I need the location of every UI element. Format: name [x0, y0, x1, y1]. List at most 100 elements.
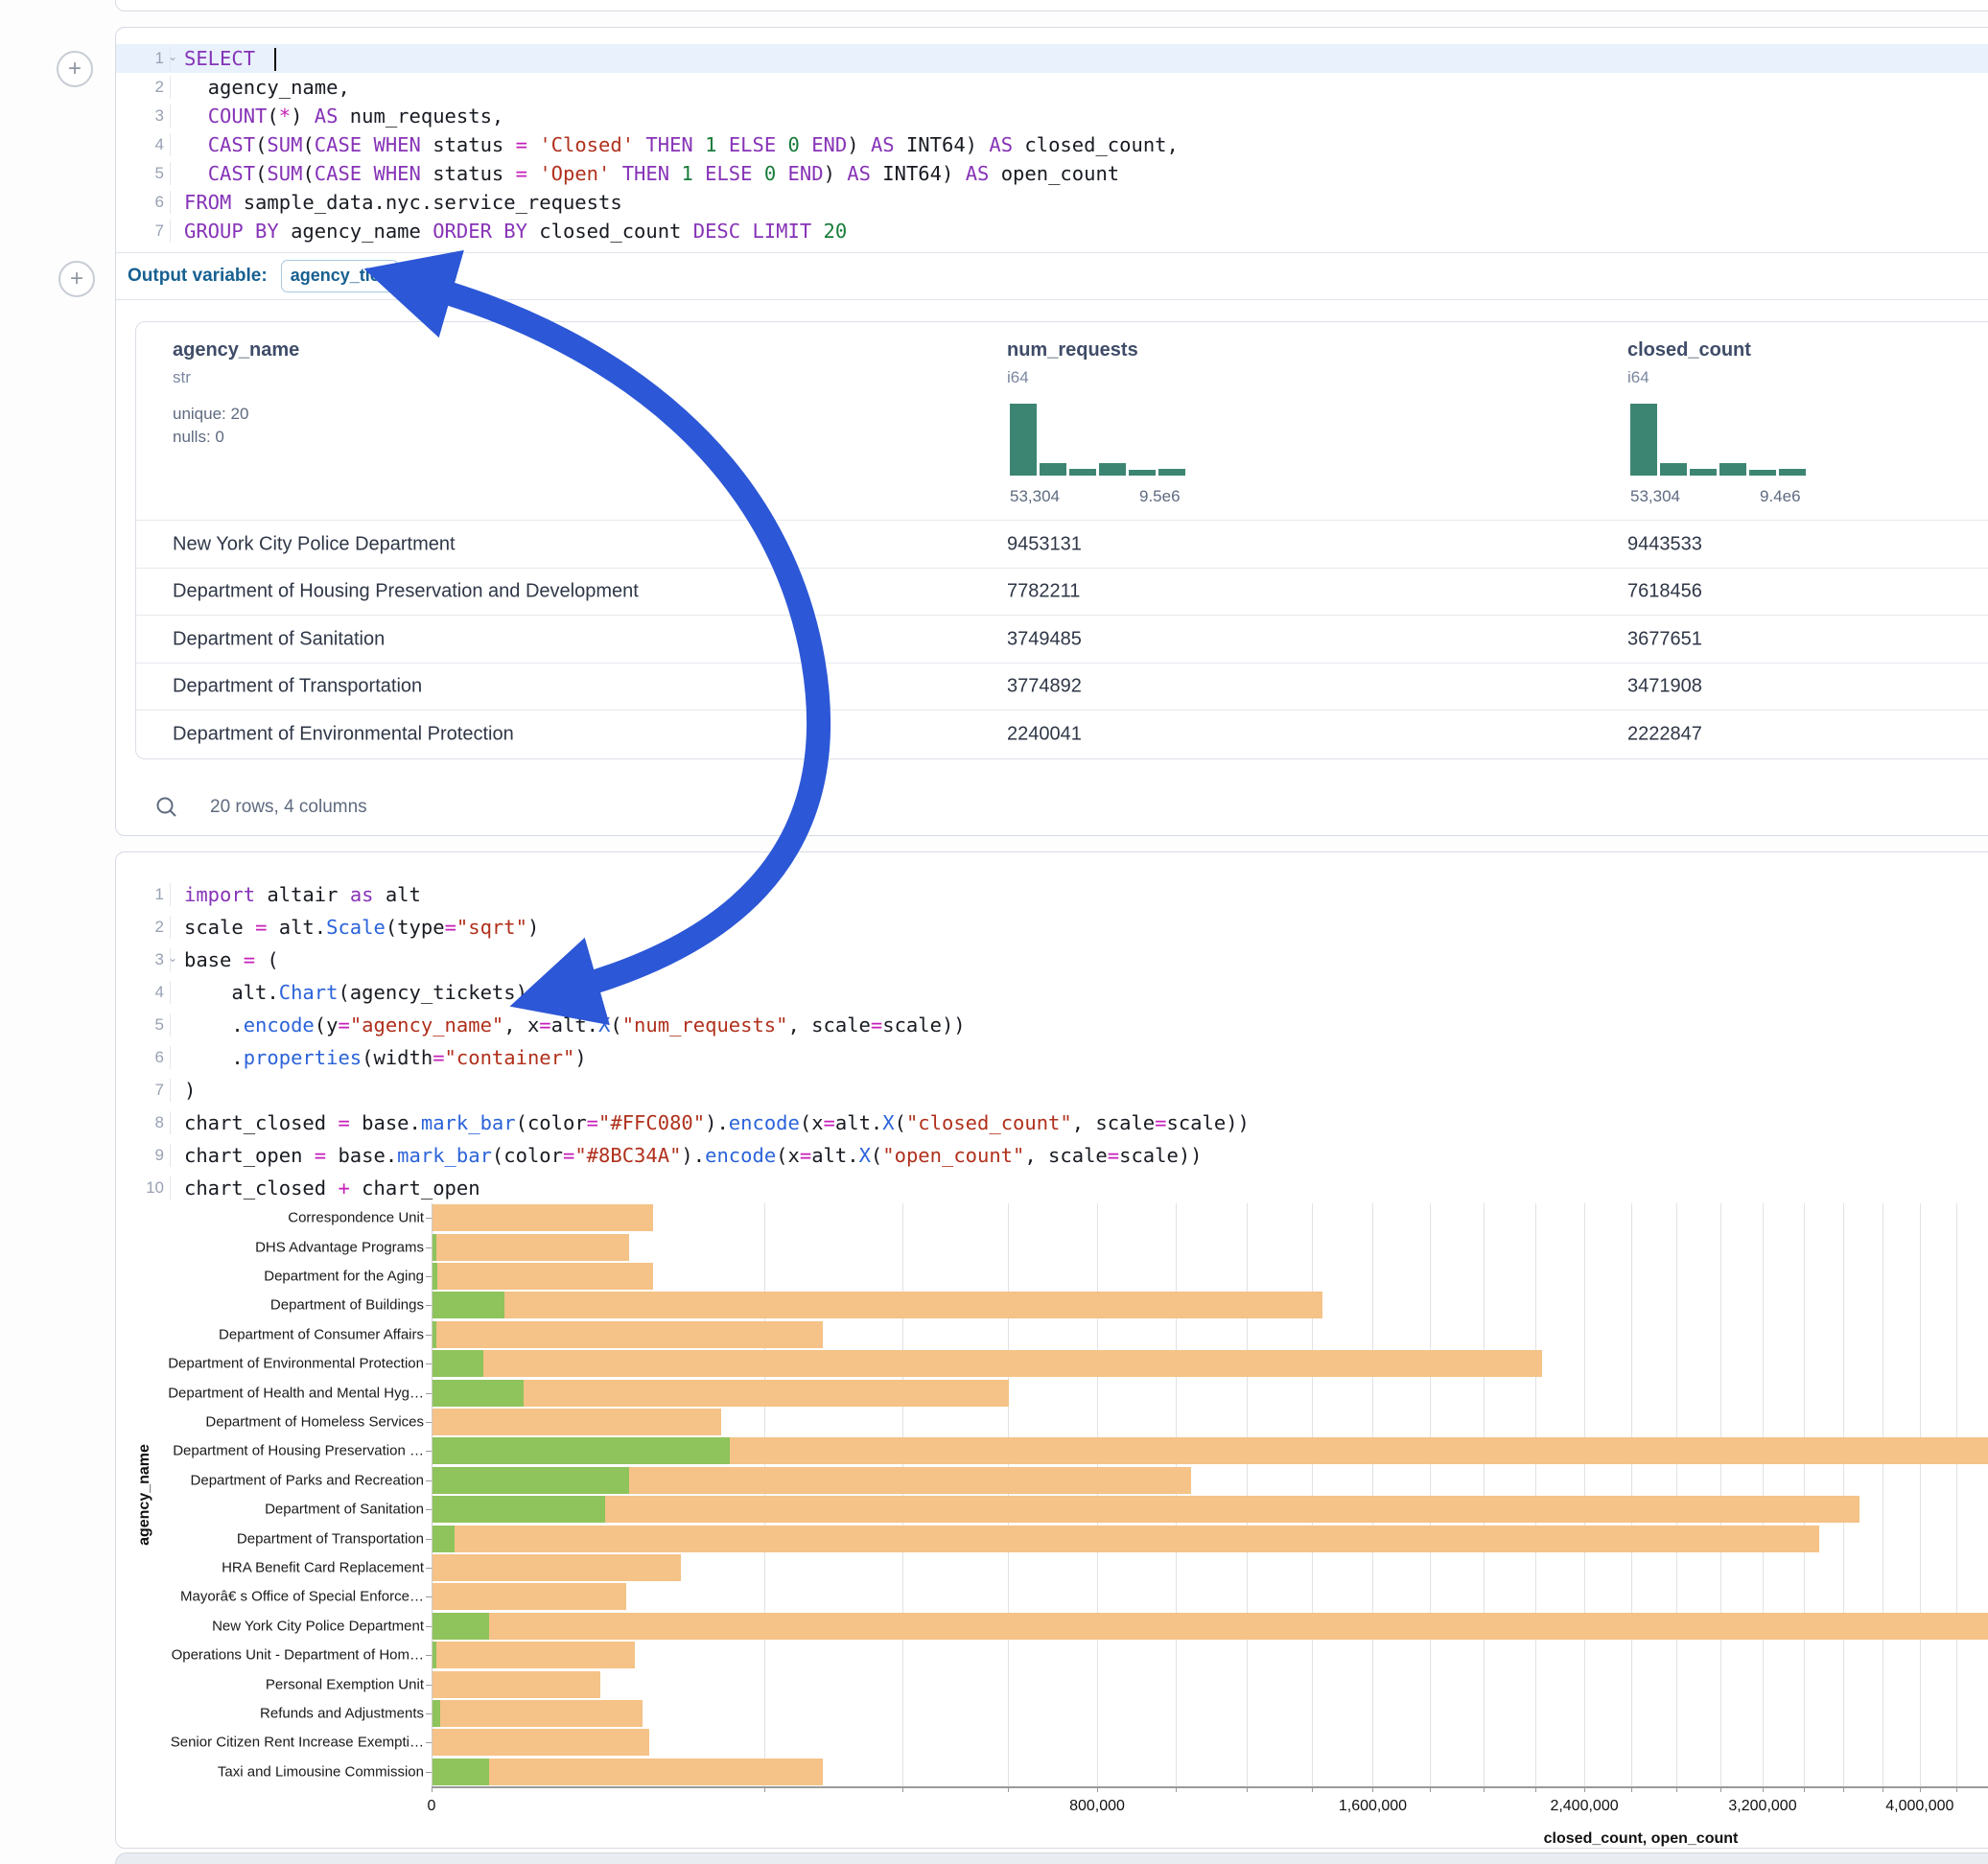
bar-open — [433, 1292, 504, 1318]
grid-line — [1430, 1203, 1431, 1786]
y-axis-tick — [426, 1451, 432, 1452]
table-row[interactable]: Department of Environmental Protection22… — [136, 710, 1988, 757]
code-line[interactable]: 8chart_closed = base.mark_bar(color="#FF… — [116, 1107, 1988, 1139]
bar-closed — [433, 1263, 653, 1290]
y-axis-label: Refunds and Adjustments — [154, 1706, 424, 1722]
y-axis-label: DHS Advantage Programs — [154, 1239, 424, 1255]
grid-line — [1484, 1203, 1485, 1786]
y-axis-tick — [426, 1276, 432, 1277]
table-row[interactable]: Department of Transportation377489234719… — [136, 663, 1988, 711]
x-axis-tick-label: 2,400,000 — [1550, 1798, 1618, 1815]
code-line[interactable]: 3 COUNT(*) AS num_requests, — [116, 102, 1988, 130]
bar-closed — [433, 1409, 721, 1435]
column-type-closed-count: i64 — [1627, 368, 1649, 387]
line-number: 4 — [116, 135, 170, 154]
code-line[interactable]: 1import altair as alt — [116, 878, 1988, 911]
y-axis-tick — [426, 1742, 432, 1743]
grid-line — [1584, 1203, 1585, 1786]
y-axis-title: agency_name — [136, 1444, 153, 1546]
y-axis-label: Department of Housing Preservation … — [154, 1443, 424, 1459]
bar-open — [433, 1700, 440, 1727]
line-number: 2 — [116, 918, 170, 937]
y-axis-tick — [426, 1480, 432, 1481]
bar-closed — [433, 1583, 626, 1610]
code-text: .properties(width="container") — [170, 1046, 1988, 1069]
bar-open — [433, 1759, 489, 1785]
y-axis-label: Correspondence Unit — [154, 1210, 424, 1226]
code-text: SELECT — [170, 47, 1988, 71]
code-line[interactable]: 1⌄SELECT — [116, 44, 1988, 73]
add-cell-button-top[interactable]: + — [57, 51, 93, 87]
python-cell: 1import altair as alt2scale = alt.Scale(… — [115, 851, 1988, 1849]
table-cell: 3677651 — [1627, 628, 1702, 650]
table-cell: 3471908 — [1627, 676, 1702, 698]
table-cell: 7782211 — [1007, 581, 1080, 603]
line-number: 5 — [116, 164, 170, 183]
code-line[interactable]: 2 agency_name, — [116, 73, 1988, 102]
output-variable-pill[interactable]: agency_tickets — [281, 260, 399, 292]
result-table: agency_name str unique: 20 nulls: 0 num_… — [135, 321, 1988, 759]
line-number: 3⌄ — [116, 950, 170, 969]
y-axis-tick — [426, 1713, 432, 1714]
y-axis-tick — [426, 1685, 432, 1686]
code-text: chart_open = base.mark_bar(color="#8BC34… — [170, 1144, 1988, 1167]
bar-closed — [433, 1526, 1819, 1552]
histogram-max-label: 9.4e6 — [1760, 487, 1801, 506]
grid-line — [1372, 1203, 1373, 1786]
y-axis-domain — [432, 1203, 433, 1786]
code-line[interactable]: 6FROM sample_data.nyc.service_requests — [116, 188, 1988, 217]
previous-cell-edge — [115, 0, 1988, 12]
code-line[interactable]: 3⌄base = ( — [116, 944, 1988, 976]
table-row[interactable]: Department of Housing Preservation and D… — [136, 568, 1988, 616]
table-cell: 2240041 — [1007, 723, 1082, 745]
histogram-bar — [1158, 469, 1185, 476]
code-line[interactable]: 4 alt.Chart(agency_tickets) — [116, 976, 1988, 1009]
code-line[interactable]: 4 CAST(SUM(CASE WHEN status = 'Closed' T… — [116, 130, 1988, 159]
code-line[interactable]: 9chart_open = base.mark_bar(color="#8BC3… — [116, 1139, 1988, 1172]
bar-closed — [433, 1292, 1322, 1318]
grid-line — [1247, 1203, 1248, 1786]
y-axis-tick — [426, 1393, 432, 1394]
column-type-num-requests: i64 — [1007, 368, 1029, 387]
y-axis-tick — [426, 1626, 432, 1627]
code-text: GROUP BY agency_name ORDER BY closed_cou… — [170, 220, 1988, 243]
y-axis-label: Department of Environmental Protection — [154, 1356, 424, 1372]
histogram-bar — [1719, 463, 1746, 476]
add-cell-button-output[interactable]: + — [58, 261, 95, 297]
grid-line — [1312, 1203, 1313, 1786]
table-cell: Department of Housing Preservation and D… — [173, 581, 639, 603]
histogram-max-label: 9.5e6 — [1139, 487, 1181, 506]
search-icon[interactable] — [154, 795, 179, 820]
line-number: 7 — [116, 1081, 170, 1100]
line-number: 7 — [116, 221, 170, 241]
y-axis-tick — [426, 1568, 432, 1569]
code-line[interactable]: 5 .encode(y="agency_name", x=alt.X("num_… — [116, 1009, 1988, 1041]
grid-line — [764, 1203, 765, 1786]
bar-open — [433, 1642, 436, 1668]
line-number: 3 — [116, 106, 170, 126]
histogram-bar — [1040, 463, 1066, 476]
table-row[interactable]: Department of Sanitation37494853677651 — [136, 615, 1988, 663]
column-header-num-requests[interactable]: num_requests — [1007, 339, 1138, 361]
code-line[interactable]: 5 CAST(SUM(CASE WHEN status = 'Open' THE… — [116, 159, 1988, 188]
code-line[interactable]: 7GROUP BY agency_name ORDER BY closed_co… — [116, 217, 1988, 245]
y-axis-tick — [426, 1596, 432, 1597]
bar-open — [433, 1321, 436, 1348]
y-axis-tick — [426, 1335, 432, 1336]
table-row[interactable]: New York City Police Department945313194… — [136, 520, 1988, 568]
table-cell: 3749485 — [1007, 628, 1082, 650]
chevron-down-icon[interactable]: ⌄ — [168, 951, 177, 965]
column-header-agency-name[interactable]: agency_name — [173, 339, 299, 361]
code-line[interactable]: 2scale = alt.Scale(type="sqrt") — [116, 911, 1988, 944]
y-axis-label: New York City Police Department — [154, 1618, 424, 1634]
code-line[interactable]: 7) — [116, 1074, 1988, 1107]
column-header-closed-count[interactable]: closed_count — [1627, 339, 1751, 361]
sql-code-editor[interactable]: 1⌄SELECT 2 agency_name,3 COUNT(*) AS num… — [116, 44, 1988, 245]
chevron-down-icon[interactable]: ⌄ — [168, 50, 177, 63]
python-code-editor[interactable]: 1import altair as alt2scale = alt.Scale(… — [116, 878, 1988, 1204]
grid-line — [1720, 1203, 1721, 1786]
table-footer: 20 rows, 4 columns — [154, 795, 367, 820]
grid-line — [1676, 1203, 1677, 1786]
code-line[interactable]: 6 .properties(width="container") — [116, 1041, 1988, 1074]
histogram-closed-count — [1630, 403, 1806, 476]
